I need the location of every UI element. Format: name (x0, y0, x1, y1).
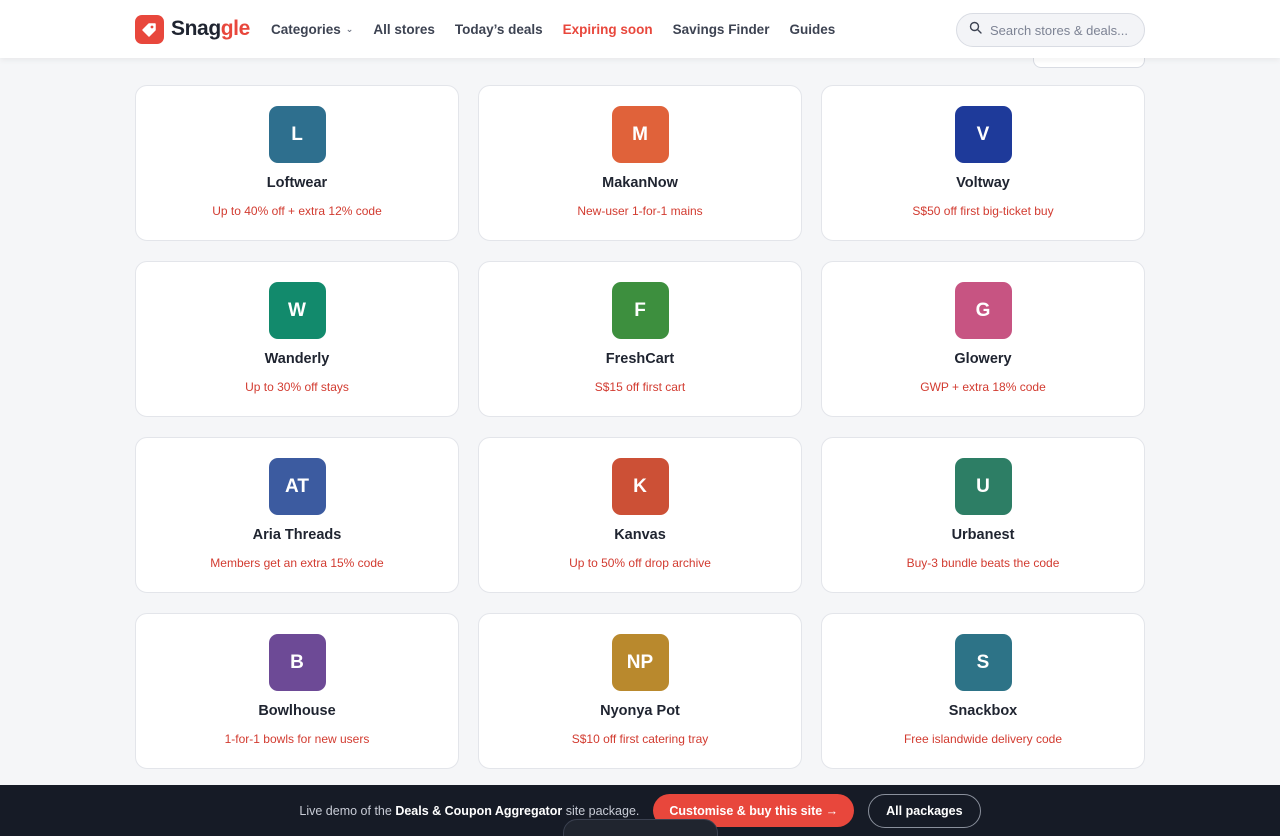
store-logo: M (611, 106, 669, 163)
store-logo: L (268, 106, 326, 163)
store-logo: NP (611, 634, 669, 691)
store-logo: W (268, 282, 326, 339)
deal-text: Up to 40% off + extra 12% code (212, 204, 382, 218)
store-logo: F (611, 282, 669, 339)
deal-text: S$15 off first cart (594, 380, 686, 394)
site-header: Snaggle Categories ⌄ All stores Today’s d… (0, 0, 1280, 58)
search-icon (969, 21, 982, 39)
store-card[interactable]: B Bowlhouse 1-for-1 bowls for new users (135, 613, 459, 769)
nav-all-stores[interactable]: All stores (373, 22, 435, 37)
store-card[interactable]: M MakanNow New-user 1-for-1 mains (478, 85, 802, 241)
store-card[interactable]: S Snackbox Free islandwide delivery code (821, 613, 1145, 769)
deal-text: Up to 30% off stays (245, 380, 349, 394)
store-logo: G (954, 282, 1012, 339)
brand-logo[interactable]: Snaggle (135, 14, 250, 44)
store-name: Bowlhouse (258, 703, 336, 719)
store-name: Voltway (956, 175, 1010, 191)
nav-categories[interactable]: Categories ⌄ (271, 22, 353, 37)
store-grid: L Loftwear Up to 40% off + extra 12% cod… (135, 85, 1145, 769)
promo-text: Live demo of the Deals & Coupon Aggregat… (299, 803, 640, 818)
deal-text: S$10 off first catering tray (571, 732, 709, 746)
all-packages-button[interactable]: All packages (868, 793, 981, 828)
store-card[interactable]: K Kanvas Up to 50% off drop archive (478, 437, 802, 593)
store-name: Kanvas (614, 527, 666, 543)
store-logo: V (954, 106, 1012, 163)
store-name: Snackbox (948, 703, 1018, 719)
search-input[interactable] (990, 22, 1135, 38)
nav-guides[interactable]: Guides (789, 22, 835, 37)
store-name: Nyonya Pot (600, 703, 680, 719)
store-name: Loftwear (266, 175, 328, 191)
store-name: Aria Threads (252, 527, 342, 543)
tag-icon (135, 14, 164, 44)
deal-text: Buy-3 bundle beats the code (906, 556, 1060, 570)
deal-text: New-user 1-for-1 mains (577, 204, 703, 218)
store-name: MakanNow (602, 175, 678, 191)
partial-sort-button[interactable] (1033, 58, 1145, 68)
nav-todays-deals[interactable]: Today’s deals (455, 22, 543, 37)
store-card[interactable]: F FreshCart S$15 off first cart (478, 261, 802, 417)
store-name: FreshCart (605, 351, 675, 367)
deal-text: Free islandwide delivery code (903, 732, 1063, 746)
store-logo: B (268, 634, 326, 691)
brand-name: Snaggle (171, 17, 250, 40)
store-name: Glowery (954, 351, 1012, 367)
store-card[interactable]: L Loftwear Up to 40% off + extra 12% cod… (135, 85, 459, 241)
deal-text: 1-for-1 bowls for new users (224, 732, 370, 746)
chevron-down-icon: ⌄ (345, 23, 354, 34)
deal-text: GWP + extra 18% code (920, 380, 1046, 394)
store-logo: AT (268, 458, 326, 515)
deal-text: S$50 off first big-ticket buy (912, 204, 1054, 218)
main-nav: Categories ⌄ All stores Today’s deals Exp… (271, 0, 835, 58)
store-card[interactable]: AT Aria Threads Members get an extra 15%… (135, 437, 459, 593)
store-logo: U (954, 458, 1012, 515)
store-card[interactable]: W Wanderly Up to 30% off stays (135, 261, 459, 417)
store-card[interactable]: NP Nyonya Pot S$10 off first catering tr… (478, 613, 802, 769)
store-card[interactable]: G Glowery GWP + extra 18% code (821, 261, 1145, 417)
deal-text: Up to 50% off drop archive (569, 556, 711, 570)
deal-text: Members get an extra 15% code (210, 556, 384, 570)
search-box[interactable] (956, 13, 1145, 47)
store-name: Wanderly (264, 351, 330, 367)
store-card[interactable]: U Urbanest Buy-3 bundle beats the code (821, 437, 1145, 593)
nav-savings-finder[interactable]: Savings Finder (673, 22, 770, 37)
store-name: Urbanest (951, 527, 1015, 543)
store-logo: K (611, 458, 669, 515)
nav-expiring-soon[interactable]: Expiring soon (563, 22, 653, 37)
store-logo: S (954, 634, 1012, 691)
store-card[interactable]: V Voltway S$50 off first big-ticket buy (821, 85, 1145, 241)
floating-toolbar[interactable] (563, 819, 718, 836)
